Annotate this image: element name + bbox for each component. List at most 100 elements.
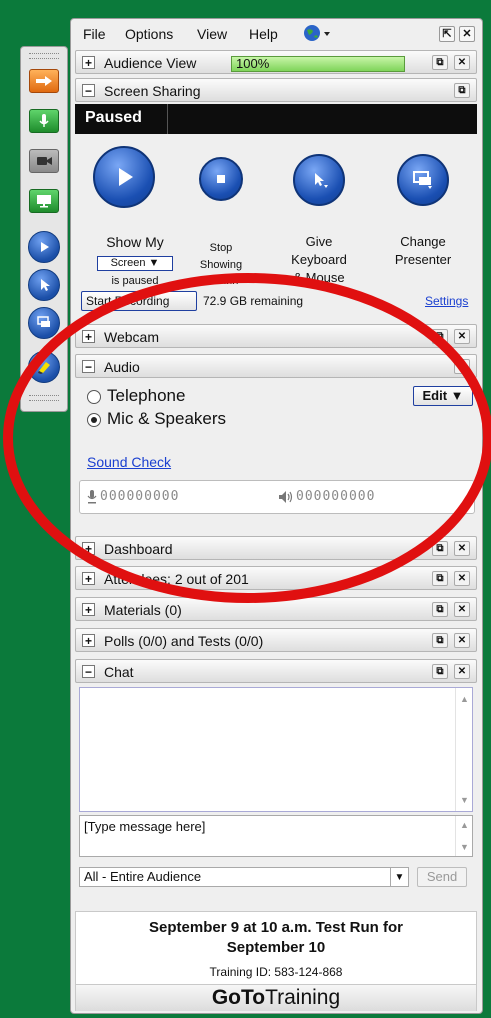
give-label-1: Give — [305, 234, 333, 249]
polls-header: + Polls (0/0) and Tests (0/0) ⧉ ✕ — [75, 628, 477, 652]
collapse-icon[interactable]: − — [82, 665, 95, 678]
give-label-3: & Mouse — [293, 270, 345, 282]
stop-showing-screen-button[interactable] — [199, 157, 243, 201]
restore-icon[interactable]: ⧉ — [432, 633, 448, 648]
arrow-right-icon[interactable] — [29, 69, 59, 93]
materials-title: Materials (0) — [104, 602, 182, 618]
restore-icon[interactable]: ⧉ — [432, 602, 448, 617]
play-icon[interactable] — [28, 231, 60, 263]
close-icon[interactable]: ✕ — [454, 329, 470, 344]
globe-icon[interactable] — [303, 24, 333, 45]
chat-recipient-value: All - Entire Audience — [84, 869, 202, 884]
give-keyboard-mouse-button[interactable] — [293, 154, 345, 206]
restore-icon[interactable]: ⧉ — [454, 83, 470, 98]
restore-icon[interactable]: ⧉ — [432, 329, 448, 344]
restore-icon[interactable]: ⧉ — [432, 571, 448, 586]
close-icon[interactable]: ✕ — [454, 571, 470, 586]
webcam-title: Webcam — [104, 329, 159, 345]
highlighter-icon[interactable] — [28, 351, 60, 383]
mic-level-meter: 000000000 — [100, 489, 180, 504]
tool-strip — [20, 46, 68, 412]
microphone-icon — [87, 490, 97, 504]
mic-speakers-radio[interactable] — [87, 413, 101, 427]
presenter-icon — [413, 171, 432, 189]
chat-input-scrollbar[interactable]: ▲ ▼ — [455, 816, 472, 856]
close-icon[interactable]: ✕ — [454, 664, 470, 679]
expand-icon[interactable]: + — [82, 634, 95, 647]
collapse-icon[interactable]: − — [82, 84, 95, 97]
menu-view[interactable]: View — [197, 26, 227, 42]
restore-icon[interactable]: ⧉ — [432, 541, 448, 556]
training-id: Training ID: 583-124-868 — [209, 965, 343, 979]
close-icon[interactable]: ✕ — [454, 541, 470, 556]
collapse-icon[interactable]: − — [82, 360, 95, 373]
menu-bar: File Options View Help ⇱ ✕ — [71, 19, 482, 49]
restore-icon[interactable]: ⧉ — [432, 664, 448, 679]
menu-file[interactable]: File — [83, 26, 106, 42]
chat-header: − Chat ⧉ ✕ — [75, 659, 477, 683]
popout-icon[interactable]: ⇱ — [439, 26, 455, 42]
expand-icon[interactable]: + — [82, 572, 95, 585]
stop-label-3: Screen — [203, 276, 239, 284]
microphone-icon[interactable] — [29, 109, 59, 133]
restore-icon[interactable]: ⧉ — [432, 55, 448, 70]
monitor-icon[interactable] — [29, 189, 59, 213]
chat-recipient-select[interactable]: All - Entire Audience ▼ — [79, 867, 409, 887]
show-my-screen-button[interactable] — [93, 146, 155, 208]
presenter-icon[interactable] — [28, 307, 60, 339]
mic-speakers-label: Mic & Speakers — [107, 409, 227, 428]
chat-title: Chat — [104, 664, 134, 680]
expand-icon[interactable]: + — [82, 56, 95, 69]
drag-grip-bottom[interactable] — [29, 395, 59, 401]
play-icon — [119, 168, 133, 186]
close-icon[interactable]: ✕ — [454, 55, 470, 70]
expand-icon[interactable]: + — [82, 603, 95, 616]
session-info: September 9 at 10 a.m. Test Run for Sept… — [75, 911, 477, 1011]
webcam-icon[interactable] — [29, 149, 59, 173]
sound-check-link[interactable]: Sound Check — [87, 454, 171, 470]
audio-header: − Audio ⧉ — [75, 354, 477, 378]
telephone-label: Telephone — [107, 386, 186, 405]
audience-view-title: Audience View — [104, 55, 197, 71]
menu-options[interactable]: Options — [125, 26, 173, 42]
restore-icon[interactable]: ⧉ — [454, 359, 470, 374]
close-icon[interactable]: ✕ — [454, 633, 470, 648]
attendees-header: + Attendees: 2 out of 201 ⧉ ✕ — [75, 566, 477, 590]
recording-settings-link[interactable]: Settings — [425, 294, 468, 308]
stop-label-1: Stop — [209, 242, 233, 254]
chevron-down-icon[interactable]: ▼ — [390, 868, 408, 886]
chat-message-input[interactable]: [Type message here] ▲ ▼ — [79, 815, 473, 857]
session-title-line1: September 9 at 10 a.m. Test Run for — [149, 919, 403, 936]
sharing-status-text: Paused — [85, 109, 142, 126]
chat-log[interactable]: ▲ ▼ — [79, 687, 473, 812]
show-my-label: Show My — [106, 234, 164, 250]
polls-title: Polls (0/0) and Tests (0/0) — [104, 633, 264, 649]
screen-sharing-body: Paused Show My Screen ▼ is paused Stop S… — [75, 104, 477, 314]
screen-sharing-title: Screen Sharing — [104, 83, 201, 99]
close-icon[interactable]: ✕ — [459, 26, 475, 42]
menu-help[interactable]: Help — [249, 26, 278, 42]
change-presenter-button[interactable] — [397, 154, 449, 206]
stop-icon — [217, 175, 225, 183]
audience-zoom-bar[interactable]: 100% — [231, 56, 405, 72]
chat-log-scrollbar[interactable]: ▲ ▼ — [455, 688, 472, 811]
drag-grip[interactable] — [29, 53, 59, 59]
speaker-icon — [279, 491, 293, 503]
dashboard-header: + Dashboard ⧉ ✕ — [75, 536, 477, 560]
start-recording-button[interactable]: Start Recording — [81, 291, 197, 311]
audio-edit-button[interactable]: Edit ▼ — [413, 386, 473, 406]
screen-dropdown[interactable]: Screen ▼ — [97, 256, 173, 271]
telephone-radio[interactable] — [87, 390, 101, 404]
chat-body: ▲ ▼ [Type message here] ▲ ▼ All - Entire… — [75, 687, 477, 907]
send-button[interactable]: Send — [417, 867, 467, 887]
pointer-icon[interactable] — [28, 269, 60, 301]
logo-bold: GoTo — [211, 986, 266, 1009]
give-label-2: Keyboard — [291, 252, 347, 267]
change-label-2: Presenter — [394, 252, 452, 267]
expand-icon[interactable]: + — [82, 542, 95, 555]
close-icon[interactable]: ✕ — [454, 602, 470, 617]
expand-icon[interactable]: + — [82, 330, 95, 343]
pointer-icon — [315, 173, 328, 188]
audio-body: Telephone Edit ▼ Mic & Speakers Sound Ch… — [75, 386, 477, 546]
change-label-1: Change — [400, 234, 446, 249]
